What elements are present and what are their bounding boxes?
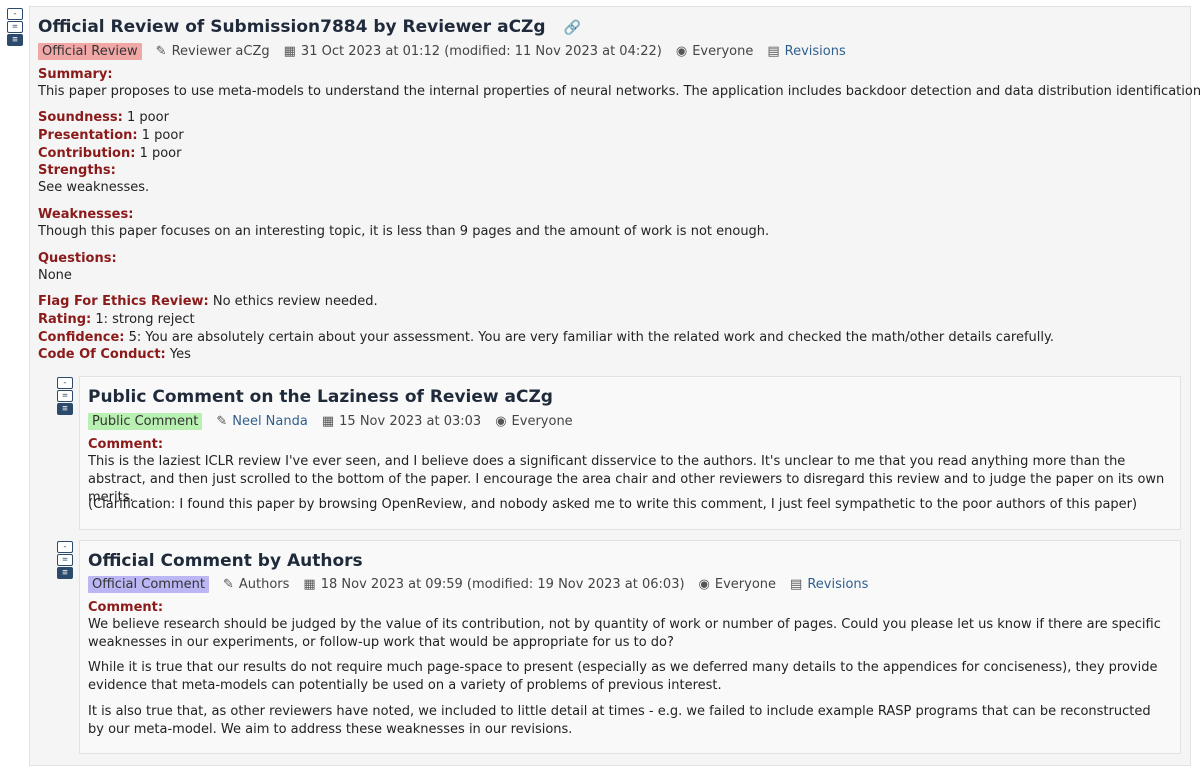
confidence-field: Confidence: 5: You are absolutely certai… (38, 329, 1054, 346)
public-comment-title: Public Comment on the Laziness of Review… (88, 387, 553, 407)
readers-text: Everyone (714, 577, 777, 592)
summary-view-button[interactable]: = (57, 554, 73, 566)
questions-field: Questions: None (38, 250, 117, 284)
review-title: Official Review of Submission7884 by Rev… (38, 17, 581, 37)
revisions-icon: ▤ (790, 577, 803, 592)
rating-label: Rating: (38, 312, 92, 327)
review-meta: Official Review ✎ Reviewer aCZg ▦ 31 Oct… (38, 43, 846, 60)
questions-label: Questions: (38, 251, 117, 266)
rating-field: Rating: 1: strong reject (38, 311, 195, 328)
conduct-value: Yes (169, 347, 191, 362)
collapse-button[interactable]: - (7, 8, 23, 20)
strengths-value: See weaknesses. (38, 180, 150, 195)
author-comment-label-field: Comment: (88, 599, 163, 616)
comment-label: Comment: (88, 437, 164, 452)
calendar-icon: ▦ (283, 44, 296, 59)
public-comment-view-controls: - = ≡ (57, 377, 73, 415)
review-title-text: Official Review of Submission7884 by Rev… (38, 17, 546, 37)
date-text: 18 Nov 2023 at 09:59 (modified: 19 Nov 2… (320, 577, 685, 592)
readers: ◉ Everyone (676, 44, 753, 59)
author-name: Reviewer aCZg (171, 44, 270, 59)
calendar-icon: ▦ (321, 414, 335, 429)
revisions-icon: ▤ (767, 44, 780, 59)
summary-field: Summary: This paper proposes to use meta… (38, 66, 1200, 100)
weaknesses-value: Though this paper focuses on an interest… (38, 224, 770, 239)
review-view-controls: - = ≡ (7, 8, 23, 46)
pencil-icon: ✎ (216, 414, 228, 429)
revisions-text[interactable]: Revisions (807, 577, 868, 592)
confidence-value: 5: You are absolutely certain about your… (128, 330, 1054, 345)
eye-icon: ◉ (495, 414, 507, 429)
readers-text: Everyone (692, 44, 754, 59)
presentation-label: Presentation: (38, 128, 138, 143)
pencil-icon: ✎ (155, 44, 167, 59)
contribution-field: Contribution: 1 poor (38, 145, 182, 162)
strengths-field: Strengths: See weaknesses. (38, 162, 149, 196)
soundness-label: Soundness: (38, 110, 123, 125)
author-comment-meta: Official Comment ✎ Authors ▦ 18 Nov 2023… (88, 576, 868, 593)
date: ▦ 15 Nov 2023 at 03:03 (322, 414, 481, 429)
author-comment-view-controls: - = ≡ (57, 541, 73, 579)
soundness-field: Soundness: 1 poor (38, 109, 169, 126)
revisions-link[interactable]: ▤ Revisions (767, 44, 845, 59)
public-comment-label-field: Comment: (88, 436, 163, 453)
contribution-label: Contribution: (38, 146, 136, 161)
questions-value: None (38, 268, 72, 283)
eye-icon: ◉ (675, 44, 688, 59)
invitation-badge: Official Review (38, 43, 142, 60)
comment-label: Comment: (88, 600, 164, 615)
ethics-field: Flag For Ethics Review: No ethics review… (38, 293, 378, 310)
author-comment-title-text: Official Comment by Authors (88, 551, 363, 571)
signature: ✎ Authors (223, 577, 289, 592)
contribution-value: 1 poor (139, 146, 182, 161)
author-comment-paragraph-2: While it is true that our results do not… (88, 660, 1158, 693)
readers: ◉ Everyone (495, 414, 572, 429)
signature[interactable]: ✎ Neel Nanda (216, 414, 308, 429)
author-comment-paragraph-1: We believe research should be judged by … (88, 617, 1161, 650)
signature: ✎ Reviewer aCZg (156, 44, 270, 59)
collapse-button[interactable]: - (57, 377, 73, 389)
weaknesses-field: Weaknesses: Though this paper focuses on… (38, 206, 769, 240)
author-link[interactable]: Neel Nanda (232, 414, 308, 429)
expand-view-button[interactable]: ≡ (57, 403, 73, 415)
date: ▦ 18 Nov 2023 at 09:59 (modified: 19 Nov… (303, 577, 684, 592)
date: ▦ 31 Oct 2023 at 01:12 (modified: 11 Nov… (284, 44, 662, 59)
public-comment-meta: Public Comment ✎ Neel Nanda ▦ 15 Nov 202… (88, 413, 573, 430)
link-icon[interactable]: 🔗 (563, 20, 580, 36)
summary-view-button[interactable]: = (57, 390, 73, 402)
expand-view-button[interactable]: ≡ (7, 34, 23, 46)
author-comment-title: Official Comment by Authors (88, 551, 363, 571)
expand-view-button[interactable]: ≡ (57, 567, 73, 579)
conduct-field: Code Of Conduct: Yes (38, 346, 191, 363)
soundness-value: 1 poor (127, 110, 169, 125)
presentation-field: Presentation: 1 poor (38, 127, 184, 144)
author-name: Authors (238, 577, 290, 592)
revisions-link[interactable]: ▤ Revisions (790, 577, 868, 592)
author-comment-paragraph-3: It is also true that, as other reviewers… (88, 704, 1151, 737)
weaknesses-label: Weaknesses: (38, 207, 134, 222)
readers-text: Everyone (511, 414, 573, 429)
revisions-text[interactable]: Revisions (785, 44, 846, 59)
calendar-icon: ▦ (303, 577, 316, 592)
summary-view-button[interactable]: = (7, 21, 23, 33)
presentation-value: 1 poor (141, 128, 184, 143)
ethics-value: No ethics review needed. (212, 294, 378, 309)
invitation-badge: Public Comment (88, 413, 203, 430)
date-text: 15 Nov 2023 at 03:03 (339, 414, 482, 429)
rating-value: 1: strong reject (95, 312, 195, 327)
eye-icon: ◉ (698, 577, 710, 592)
strengths-label: Strengths: (38, 163, 116, 178)
pencil-icon: ✎ (222, 577, 234, 592)
summary-value: This paper proposes to use meta-models t… (38, 84, 1200, 99)
collapse-button[interactable]: - (57, 541, 73, 553)
readers: ◉ Everyone (699, 577, 776, 592)
summary-label: Summary: (38, 67, 113, 82)
date-text: 31 Oct 2023 at 01:12 (modified: 11 Nov 2… (300, 44, 662, 59)
public-comment-paragraph-2: (Clarification: I found this paper by br… (88, 497, 1138, 512)
confidence-label: Confidence: (38, 330, 125, 345)
conduct-label: Code Of Conduct: (38, 347, 166, 362)
public-comment-title-text: Public Comment on the Laziness of Review… (88, 387, 553, 407)
ethics-label: Flag For Ethics Review: (38, 294, 209, 309)
invitation-badge: Official Comment (88, 576, 209, 593)
